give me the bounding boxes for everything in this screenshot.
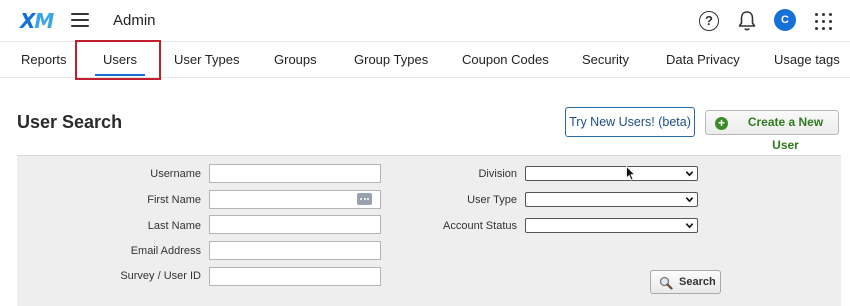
tab-coupon-codes[interactable]: Coupon Codes <box>462 42 549 78</box>
tab-users[interactable]: Users <box>95 42 145 78</box>
hamburger-icon[interactable] <box>71 13 89 27</box>
plus-circle-icon: + <box>715 117 728 130</box>
first-name-input[interactable] <box>209 190 381 209</box>
account-status-label: Account Status <box>443 220 517 232</box>
create-new-user-button[interactable]: + Create a New User <box>705 110 839 152</box>
more-dots-icon[interactable] <box>357 193 372 205</box>
chevron-down-icon <box>685 171 694 177</box>
tab-groups[interactable]: Groups <box>274 42 317 78</box>
tab-group-types[interactable]: Group Types <box>354 42 428 78</box>
last-name-label: Last Name <box>147 220 201 232</box>
search-button[interactable]: Search <box>650 270 721 294</box>
apps-grid-icon[interactable] <box>814 12 832 30</box>
last-name-input[interactable] <box>209 215 381 234</box>
email-address-input[interactable] <box>209 241 381 260</box>
username-input[interactable] <box>209 164 381 183</box>
account-status-select[interactable] <box>525 218 698 233</box>
help-icon[interactable]: ? <box>699 11 719 31</box>
division-select[interactable] <box>525 166 698 181</box>
avatar[interactable]: C <box>774 9 796 31</box>
username-label: Username <box>150 168 201 180</box>
tab-security[interactable]: Security <box>582 42 629 78</box>
survey-user-id-label: Survey / User ID <box>120 270 201 282</box>
survey-user-id-input[interactable] <box>209 267 381 286</box>
chevron-down-icon <box>685 223 694 229</box>
email-address-label: Email Address <box>130 245 201 257</box>
magnifier-icon <box>659 276 673 290</box>
tab-user-types[interactable]: User Types <box>174 42 240 78</box>
user-type-label: User Type <box>467 194 517 206</box>
tab-reports[interactable]: Reports <box>21 42 67 78</box>
division-label: Division <box>478 168 517 180</box>
tab-data-privacy[interactable]: Data Privacy <box>666 42 740 78</box>
create-new-user-label: Create a New User <box>747 115 824 152</box>
try-new-users-button[interactable]: Try New Users! (beta) <box>565 107 695 137</box>
search-button-label: Search <box>679 276 716 288</box>
logo-x: X <box>20 9 35 33</box>
page-title: User Search <box>17 112 123 132</box>
app-title: Admin <box>113 12 156 29</box>
bell-icon[interactable] <box>737 10 757 32</box>
chevron-down-icon <box>685 197 694 203</box>
tab-usage-tags[interactable]: Usage tags <box>774 42 840 78</box>
user-type-select[interactable] <box>525 192 698 207</box>
admin-tabs: Reports Users User Types Groups Group Ty… <box>0 42 850 78</box>
top-bar: XM Admin ? C <box>0 0 850 42</box>
first-name-label: First Name <box>147 194 201 206</box>
logo-m: M <box>34 9 54 33</box>
xm-logo[interactable]: XM <box>20 9 54 33</box>
